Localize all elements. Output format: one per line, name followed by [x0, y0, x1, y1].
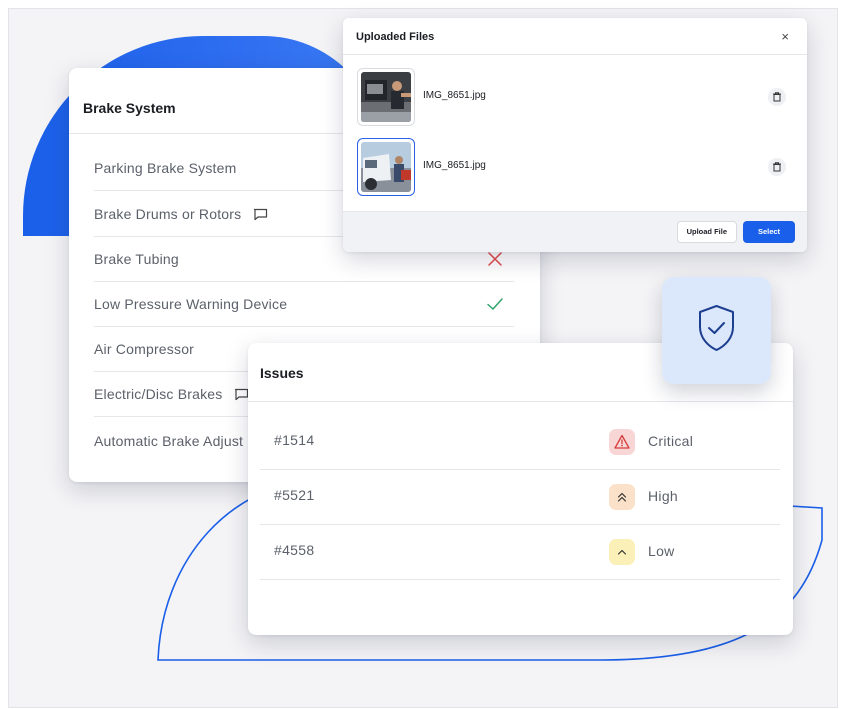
warning-triangle-icon: [609, 429, 635, 455]
chevron-up-icon: [609, 539, 635, 565]
issues-card: Issues #1514 Critical #5521 High #4558 L…: [248, 343, 793, 635]
divider: [343, 54, 807, 55]
trash-icon[interactable]: [768, 88, 786, 106]
brake-item-label: Automatic Brake Adjust: [94, 432, 244, 449]
uploaded-files-dialog: Uploaded Files × IMG_8651.jpg IMG_8651.j…: [343, 18, 807, 252]
file-thumbnail-selected[interactable]: [357, 138, 415, 196]
file-row[interactable]: IMG_8651.jpg: [357, 68, 793, 128]
select-button[interactable]: Select: [743, 221, 795, 243]
priority-label: Low: [648, 543, 675, 559]
trash-icon[interactable]: [768, 158, 786, 176]
brake-item-label: Brake Tubing: [94, 251, 179, 267]
dialog-footer: Upload File Select: [343, 211, 807, 252]
priority-label: Critical: [648, 433, 694, 449]
thumbnail-image: [361, 72, 411, 122]
file-row[interactable]: IMG_8651.jpg: [357, 138, 793, 198]
brake-item-label: Brake Drums or Rotors: [94, 206, 242, 222]
brake-item-label: Air Compressor: [94, 341, 195, 357]
issue-id: #1514: [274, 432, 315, 448]
brake-system-title: Brake System: [83, 100, 176, 116]
issue-row[interactable]: #5521 High: [260, 470, 780, 525]
priority-label: High: [648, 488, 678, 504]
shield-check-icon: [699, 305, 734, 351]
brake-item-label: Parking Brake System: [94, 160, 237, 176]
brake-item-low-pressure[interactable]: Low Pressure Warning Device: [94, 282, 514, 327]
upload-file-button[interactable]: Upload File: [676, 221, 737, 243]
issue-row[interactable]: #1514 Critical: [260, 415, 780, 470]
uploaded-files-title: Uploaded Files: [356, 31, 435, 43]
brake-item-label: Low Pressure Warning Device: [94, 296, 288, 312]
brake-item-label: Electric/Disc Brakes: [94, 386, 223, 402]
pass-check-icon: [487, 298, 503, 310]
comment-icon[interactable]: [253, 208, 268, 221]
divider: [248, 401, 793, 402]
shield-check-tile: [662, 277, 771, 384]
issue-id: #4558: [274, 542, 315, 558]
file-name: IMG_8651.jpg: [423, 90, 486, 101]
file-thumbnail[interactable]: [357, 68, 415, 126]
double-chevron-up-icon: [609, 484, 635, 510]
issues-title: Issues: [260, 365, 304, 381]
close-icon[interactable]: ×: [781, 29, 789, 44]
issue-id: #5521: [274, 487, 315, 503]
issue-row[interactable]: #4558 Low: [260, 525, 780, 580]
file-name: IMG_8651.jpg: [423, 160, 486, 171]
fail-x-icon: [488, 252, 502, 266]
thumbnail-image: [361, 142, 411, 192]
